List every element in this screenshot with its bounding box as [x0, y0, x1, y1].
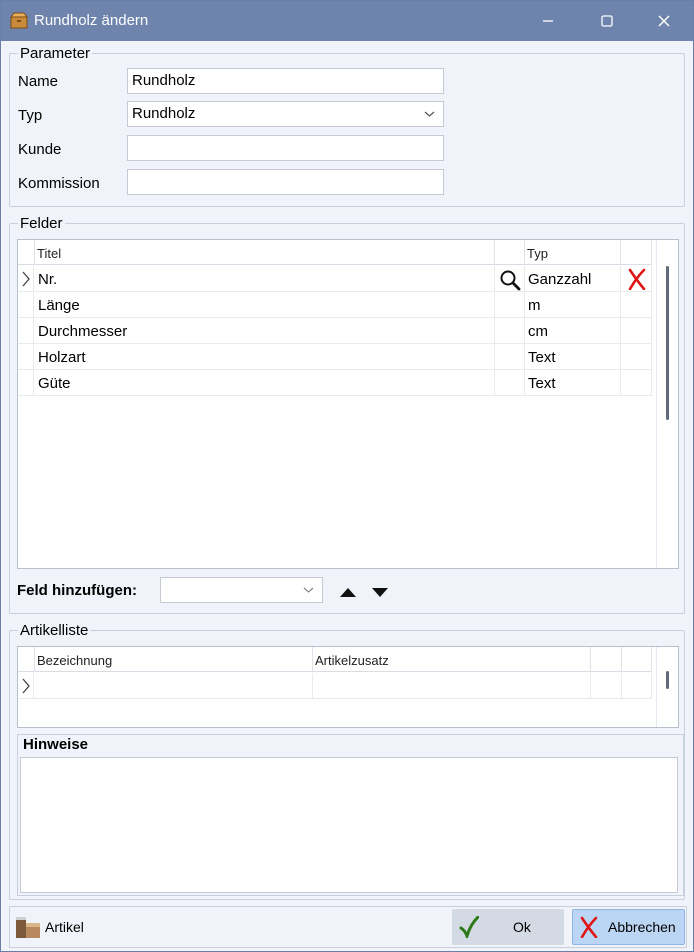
cell-delete [621, 318, 652, 344]
header-artikelzusatz[interactable]: Artikelzusatz [313, 647, 591, 672]
cancel-label: Abbrechen [608, 919, 676, 935]
cell-delete [621, 292, 652, 318]
artikelliste-legend: Artikelliste [20, 622, 89, 639]
hinweise-panel: Hinweise [17, 734, 684, 896]
move-up-icon[interactable] [340, 588, 356, 597]
feld-hinzufuegen-label: Feld hinzufügen: [17, 582, 137, 599]
feld-hinzufuegen-select[interactable] [160, 577, 323, 603]
row-pointer-icon [22, 271, 30, 287]
cell-titel[interactable]: Durchmesser [35, 318, 495, 344]
cell-typ[interactable]: Text [525, 370, 621, 396]
header-titel[interactable]: Titel [35, 240, 495, 265]
kunde-label: Kunde [18, 141, 62, 158]
row-selector[interactable] [18, 292, 34, 318]
delete-icon[interactable] [627, 268, 647, 291]
parameter-legend: Parameter [20, 45, 91, 62]
cell-search [495, 344, 525, 370]
kunde-field[interactable] [127, 135, 444, 161]
header-selector [18, 647, 35, 672]
table-row[interactable]: Güte Text [18, 370, 652, 396]
cell-search [495, 370, 525, 396]
kommission-field[interactable] [127, 169, 444, 195]
hinweise-label: Hinweise [23, 736, 89, 753]
row-selector[interactable] [18, 266, 34, 292]
cell-extra-2 [622, 673, 652, 699]
artikel-table-header: Bezeichnung Artikelzusatz [18, 647, 652, 672]
header-extra-1 [591, 647, 622, 672]
cell-titel[interactable]: Länge [35, 292, 495, 318]
title-bar: Rundholz ändern [1, 1, 693, 41]
typ-label: Typ [18, 107, 43, 124]
cell-typ[interactable]: m [525, 292, 621, 318]
box-icon [10, 12, 28, 29]
search-icon[interactable] [499, 269, 521, 291]
cell-typ[interactable]: Text [525, 344, 621, 370]
felder-scrollbar[interactable] [656, 240, 678, 568]
cell-bezeichnung[interactable] [35, 673, 313, 699]
typ-select[interactable]: Rundholz [127, 101, 444, 127]
ok-label: Ok [513, 919, 531, 935]
artikel-scrollbar[interactable] [656, 647, 678, 727]
cell-search [495, 292, 525, 318]
minimize-button[interactable] [518, 1, 578, 41]
felder-legend: Felder [20, 215, 63, 232]
row-selector[interactable] [18, 673, 34, 699]
row-selector[interactable] [18, 370, 34, 396]
name-label: Name [18, 73, 59, 90]
chevron-down-icon [303, 587, 314, 593]
row-selector[interactable] [18, 344, 34, 370]
cell-delete [621, 370, 652, 396]
felder-table-header: Titel Typ [18, 240, 652, 265]
hinweise-textarea[interactable] [20, 757, 678, 893]
cancel-button[interactable]: Abbrechen [572, 909, 685, 945]
cell-search[interactable] [495, 266, 525, 292]
dialog-window: Rundholz ändern Parameter Name Rundholz … [0, 0, 694, 952]
header-selector [18, 240, 35, 265]
artikel-label: Artikel [45, 919, 84, 935]
minimize-icon [543, 20, 553, 22]
cancel-x-icon [580, 916, 598, 938]
typ-select-value: Rundholz [132, 105, 196, 122]
header-extra-2 [622, 647, 652, 672]
cell-extra-1 [591, 673, 622, 699]
cell-titel[interactable]: Nr. [35, 266, 495, 292]
window-title: Rundholz ändern [34, 12, 149, 29]
artikel-table: Bezeichnung Artikelzusatz [17, 646, 679, 728]
wood-stack-icon [16, 917, 40, 938]
header-typ[interactable]: Typ [525, 240, 621, 265]
row-pointer-icon [22, 678, 30, 694]
close-icon [658, 15, 670, 27]
close-button[interactable] [634, 1, 694, 41]
cell-artikelzusatz[interactable] [313, 673, 591, 699]
cell-titel[interactable]: Güte [35, 370, 495, 396]
table-row[interactable]: Durchmesser cm [18, 318, 652, 344]
cell-delete[interactable] [621, 266, 652, 292]
maximize-button[interactable] [577, 1, 637, 41]
artikel-button[interactable]: Artikel [15, 913, 84, 941]
chevron-down-icon [424, 111, 435, 117]
checkmark-icon [459, 916, 479, 938]
cell-delete [621, 344, 652, 370]
header-delete [621, 240, 652, 265]
header-search [495, 240, 525, 265]
move-down-icon[interactable] [372, 588, 388, 597]
table-row[interactable]: Länge m [18, 292, 652, 318]
row-selector[interactable] [18, 318, 34, 344]
cell-titel[interactable]: Holzart [35, 344, 495, 370]
name-field[interactable]: Rundholz [127, 68, 444, 94]
ok-button[interactable]: Ok [452, 909, 564, 945]
scroll-thumb[interactable] [666, 266, 669, 420]
table-row[interactable] [18, 673, 652, 699]
cell-typ[interactable]: Ganzzahl [525, 266, 621, 292]
cell-typ[interactable]: cm [525, 318, 621, 344]
table-row[interactable]: Nr. Ganzzahl [18, 266, 652, 292]
cell-search [495, 318, 525, 344]
felder-table: Titel Typ Nr. Ganzzahl Länge m Durchmess… [17, 239, 679, 569]
scroll-thumb[interactable] [666, 671, 669, 689]
maximize-icon [601, 15, 613, 27]
header-bezeichnung[interactable]: Bezeichnung [35, 647, 313, 672]
table-row[interactable]: Holzart Text [18, 344, 652, 370]
kommission-label: Kommission [18, 175, 100, 192]
